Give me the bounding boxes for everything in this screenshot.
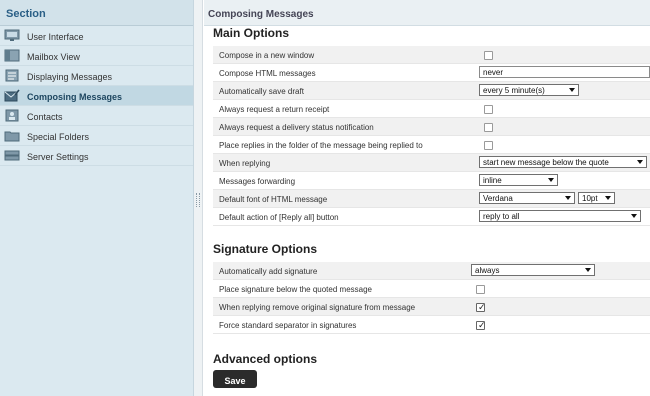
- checkmark-icon: ✓: [478, 320, 486, 330]
- main-options-title: Main Options: [213, 26, 289, 40]
- chevron-down-icon: [605, 196, 611, 200]
- chevron-down-icon: [565, 196, 571, 200]
- option-row: Compose HTML messages never: [213, 64, 650, 82]
- font-size-select[interactable]: 10pt: [578, 192, 615, 204]
- option-row: Place signature below the quoted message: [213, 280, 650, 298]
- option-row: Always request a return receipt: [213, 100, 650, 118]
- contacts-icon: [5, 109, 19, 122]
- sidebar-item-special-folders[interactable]: Special Folders: [0, 126, 193, 146]
- signature-options-table: Automatically add signature always Place…: [213, 262, 650, 334]
- option-label: Place replies in the folder of the messa…: [219, 141, 423, 150]
- option-label: When replying: [219, 159, 271, 168]
- monitor-icon: [4, 29, 20, 41]
- option-label: When replying remove original signature …: [219, 303, 416, 312]
- advanced-options-title: Advanced options: [213, 352, 318, 366]
- when-replying-select[interactable]: start new message below the quote: [479, 156, 647, 168]
- server-icon: [4, 150, 20, 161]
- page-title: Composing Messages: [204, 0, 650, 26]
- chevron-down-icon: [631, 214, 637, 218]
- display-messages-icon: [5, 69, 19, 82]
- sidebar: Section User Interface Mailbox View Disp…: [0, 0, 194, 396]
- reply-all-action-select[interactable]: reply to all: [479, 210, 641, 222]
- sidebar-item-label: Mailbox View: [27, 52, 80, 62]
- save-button[interactable]: Save: [213, 370, 257, 388]
- option-label: Automatically add signature: [219, 267, 318, 276]
- mailbox-view-icon: [4, 49, 20, 62]
- sidebar-item-label: Server Settings: [27, 152, 89, 162]
- select-value: Verdana: [483, 194, 513, 203]
- delivery-status-checkbox[interactable]: [484, 123, 493, 132]
- sidebar-header: Section: [0, 0, 193, 26]
- option-label: Force standard separator in signatures: [219, 321, 357, 330]
- option-row: When replying remove original signature …: [213, 298, 650, 316]
- checkmark-icon: ✓: [478, 302, 486, 312]
- option-row: Always request a delivery status notific…: [213, 118, 650, 136]
- sidebar-item-displaying-messages[interactable]: Displaying Messages: [0, 66, 193, 86]
- option-label: Place signature below the quoted message: [219, 285, 372, 294]
- autosave-draft-select[interactable]: every 5 minute(s): [479, 84, 579, 96]
- select-value: every 5 minute(s): [483, 86, 545, 95]
- option-label: Always request a delivery status notific…: [219, 123, 374, 132]
- option-label: Always request a return receipt: [219, 105, 330, 114]
- main-panel: Composing Messages Main Options Compose …: [204, 0, 650, 396]
- return-receipt-checkbox[interactable]: [484, 105, 493, 114]
- option-label: Compose in a new window: [219, 51, 315, 60]
- compose-html-field[interactable]: never: [479, 66, 650, 78]
- splitter-grip-icon[interactable]: [196, 193, 200, 207]
- sidebar-item-label: Composing Messages: [27, 92, 123, 102]
- option-label: Automatically save draft: [219, 87, 304, 96]
- pane-splitter[interactable]: [194, 0, 203, 396]
- option-row: Force standard separator in signatures ✓: [213, 316, 650, 334]
- chevron-down-icon: [637, 160, 643, 164]
- select-value: always: [475, 266, 500, 275]
- signature-options-title: Signature Options: [213, 242, 318, 256]
- option-row: Automatically add signature always: [213, 262, 650, 280]
- signature-below-quote-checkbox[interactable]: [476, 285, 485, 294]
- option-row: Automatically save draft every 5 minute(…: [213, 82, 650, 100]
- force-separator-checkbox[interactable]: ✓: [476, 320, 486, 330]
- option-row: When replying start new message below th…: [213, 154, 650, 172]
- messages-forwarding-select[interactable]: inline: [479, 174, 558, 186]
- option-label: Messages forwarding: [219, 177, 296, 186]
- option-row: Place replies in the folder of the messa…: [213, 136, 650, 154]
- option-row: Compose in a new window: [213, 46, 650, 64]
- chevron-down-icon: [569, 88, 575, 92]
- option-label: Compose HTML messages: [219, 69, 316, 78]
- sidebar-item-label: User Interface: [27, 32, 84, 42]
- chevron-down-icon: [585, 268, 591, 272]
- compose-new-window-checkbox[interactable]: [484, 51, 493, 60]
- option-row: Default font of HTML message Verdana 10p…: [213, 190, 650, 208]
- select-value: start new message below the quote: [483, 158, 609, 167]
- option-label: Default font of HTML message: [219, 195, 328, 204]
- compose-envelope-icon: [4, 89, 20, 102]
- sidebar-item-contacts[interactable]: Contacts: [0, 106, 193, 126]
- option-row: Default action of [Reply all] button rep…: [213, 208, 650, 226]
- sidebar-item-composing-messages[interactable]: Composing Messages: [0, 86, 193, 106]
- select-value: reply to all: [483, 212, 520, 221]
- sidebar-item-server-settings[interactable]: Server Settings: [0, 146, 193, 166]
- chevron-down-icon: [548, 178, 554, 182]
- remove-original-signature-checkbox[interactable]: ✓: [476, 302, 486, 312]
- option-row: Messages forwarding inline: [213, 172, 650, 190]
- folder-icon: [4, 131, 20, 142]
- select-value: 10pt: [582, 194, 598, 203]
- sidebar-item-mailbox-view[interactable]: Mailbox View: [0, 46, 193, 66]
- place-replies-checkbox[interactable]: [484, 141, 493, 150]
- sidebar-item-label: Contacts: [27, 112, 63, 122]
- sidebar-item-label: Special Folders: [27, 132, 90, 142]
- select-value: inline: [483, 176, 502, 185]
- default-font-select[interactable]: Verdana: [479, 192, 575, 204]
- option-label: Default action of [Reply all] button: [219, 213, 339, 222]
- sidebar-item-label: Displaying Messages: [27, 72, 113, 82]
- sidebar-item-user-interface[interactable]: User Interface: [0, 26, 193, 46]
- add-signature-select[interactable]: always: [471, 264, 595, 276]
- main-options-table: Compose in a new window Compose HTML mes…: [213, 46, 650, 226]
